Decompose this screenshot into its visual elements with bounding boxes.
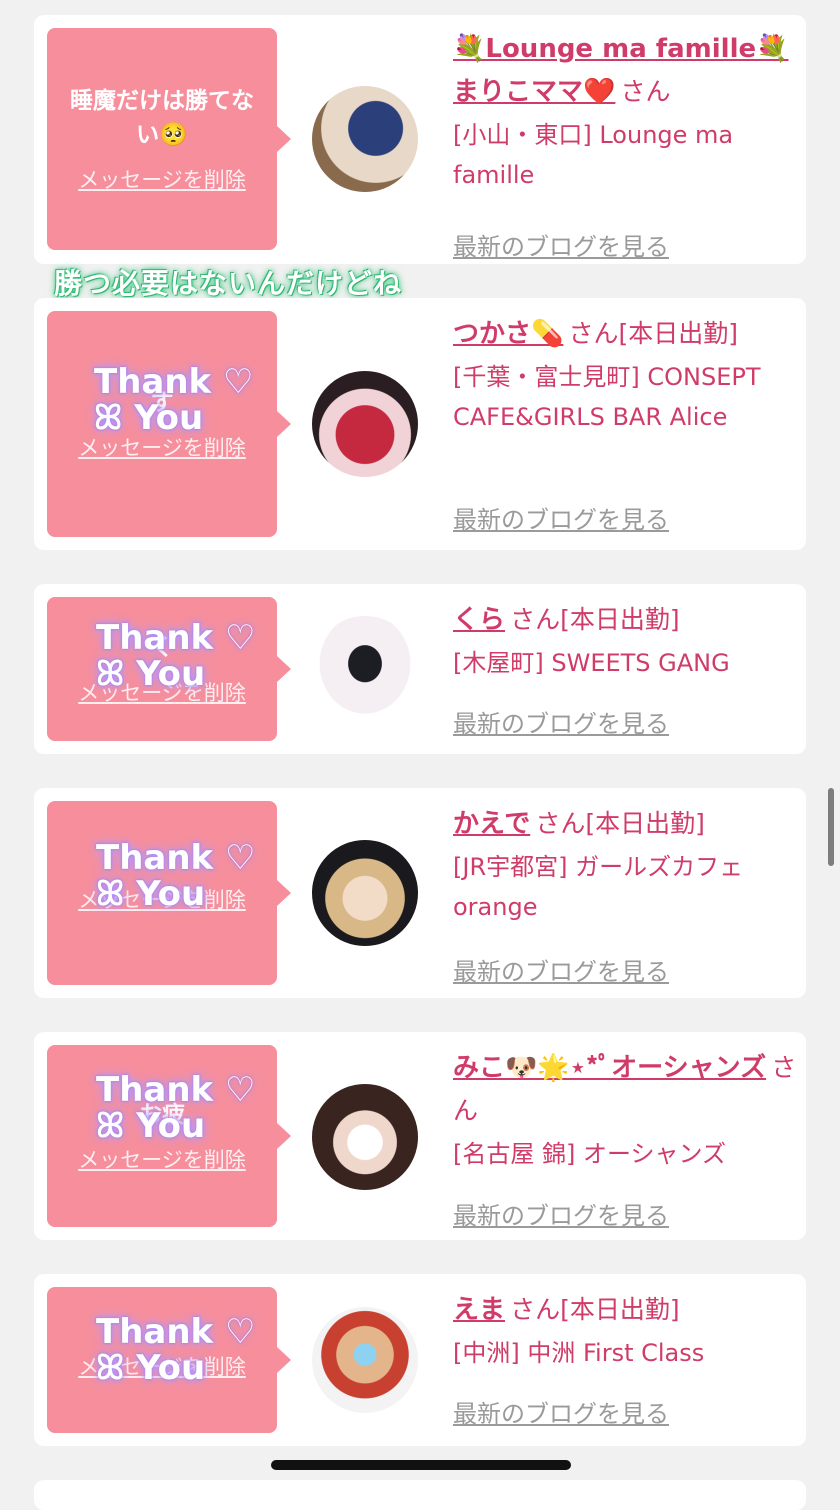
profile-info: かえで さん[本日出勤] [JR宇都宮] ガールズカフェorange 最新のブロ… [453, 804, 798, 986]
delete-message-link[interactable]: メッセージを削除 [78, 1144, 246, 1174]
message-bubble: 睡魔だけは勝てな い🥺 メッセージを削除 [47, 28, 291, 250]
shop-name: [中洲] 中洲 First Class [453, 1339, 705, 1367]
message-text: く [150, 635, 174, 661]
delete-message-link[interactable]: メッセージを削除 [78, 884, 246, 914]
name-line: かえで さん[本日出勤] [453, 804, 798, 847]
message-bubble: メッセージを削除 [47, 1287, 291, 1433]
latest-blog-link[interactable]: 最新のブログを見る [453, 952, 669, 987]
avatar[interactable] [312, 86, 418, 192]
avatar[interactable] [312, 840, 418, 946]
message-text: す [150, 390, 174, 416]
message-text: お疲 [139, 1102, 185, 1128]
favorite-card-partial [34, 1480, 806, 1510]
girl-name-link[interactable]: かえで [453, 809, 530, 839]
delete-message-link[interactable]: メッセージを削除 [78, 432, 246, 462]
profile-info: 💐Lounge ma famille💐 まりこママ❤️ さん [小山・東口] L… [453, 29, 798, 261]
favorite-card: メッセージを削除 Thank ♡ ꕤ You かえで さん[本日出勤] [JR宇都… [34, 788, 806, 998]
name-line: みこ🐶🌟⋆*ﾟオーシャンズ さん [453, 1048, 798, 1134]
name-line: えま さん[本日出勤] [453, 1290, 798, 1333]
avatar[interactable] [312, 1307, 418, 1413]
name-line: くら さん[本日出勤] [453, 600, 798, 643]
san-suffix: さん[本日出勤] [510, 1295, 680, 1324]
san-suffix: さん[本日出勤] [535, 809, 705, 838]
latest-blog-link[interactable]: 最新のブログを見る [453, 1394, 669, 1429]
latest-blog-link[interactable]: 最新のブログを見る [453, 500, 669, 535]
favorite-card: メッセージを削除 Thank ♡ ꕤ You えま さん[本日出勤] [中洲] 中… [34, 1274, 806, 1446]
name-line: 💐Lounge ma famille💐 まりこママ❤️ さん [453, 29, 798, 115]
home-indicator[interactable] [271, 1460, 571, 1470]
favorite-card: く メッセージを削除 Thank ♡ ꕤ You くら さん[本日出勤] [木屋町… [34, 584, 806, 754]
latest-blog-link[interactable]: 最新のブログを見る [453, 704, 669, 739]
favorite-card: 睡魔だけは勝てな い🥺 メッセージを削除 💐Lounge ma famille💐… [34, 15, 806, 264]
girl-name-link[interactable]: みこ🐶🌟⋆*ﾟオーシャンズ [453, 1053, 766, 1083]
shop-name: [千葉・富士見町] CONSEPT CAFE&GIRLS BAR Alice [453, 363, 761, 431]
san-suffix: さん[本日出勤] [568, 319, 738, 348]
girl-name-link[interactable]: くら [453, 605, 505, 635]
delete-message-link[interactable]: メッセージを削除 [78, 164, 246, 194]
delete-message-link[interactable]: メッセージを削除 [78, 1351, 246, 1381]
shop-name: [名古屋 錦] オーシャンズ [453, 1140, 727, 1168]
message-bubble: メッセージを削除 [47, 801, 291, 985]
delete-message-link[interactable]: メッセージを削除 [78, 677, 246, 707]
scrollbar[interactable] [828, 788, 834, 866]
shop-name: [JR宇都宮] ガールズカフェorange [453, 853, 744, 921]
overlay-sticker: 勝つ必要はないんだけどね [54, 267, 403, 300]
shop-name: [木屋町] SWEETS GANG [453, 649, 730, 677]
message-bubble: く メッセージを削除 [47, 597, 291, 741]
favorite-card: す メッセージを削除 Thank ♡ ꕤ You つかさ💊 さん[本日出勤] [千… [34, 298, 806, 550]
avatar[interactable] [312, 1084, 418, 1190]
latest-blog-link[interactable]: 最新のブログを見る [453, 227, 669, 262]
profile-info: つかさ💊 さん[本日出勤] [千葉・富士見町] CONSEPT CAFE&GIR… [453, 314, 798, 534]
latest-blog-link[interactable]: 最新のブログを見る [453, 1196, 669, 1231]
profile-info: えま さん[本日出勤] [中洲] 中洲 First Class 最新のブログを見… [453, 1290, 798, 1428]
message-bubble: す メッセージを削除 [47, 311, 291, 537]
profile-info: くら さん[本日出勤] [木屋町] SWEETS GANG 最新のブログを見る [453, 600, 798, 738]
shop-name: [小山・東口] Lounge ma famille [453, 121, 734, 189]
san-suffix: さん[本日出勤] [510, 605, 680, 634]
name-line: つかさ💊 さん[本日出勤] [453, 314, 798, 357]
profile-info: みこ🐶🌟⋆*ﾟオーシャンズ さん [名古屋 錦] オーシャンズ 最新のブログを見… [453, 1048, 798, 1230]
avatar[interactable] [312, 371, 418, 477]
san-suffix: さん [620, 77, 671, 106]
message-text: 睡魔だけは勝てな い🥺 [70, 88, 254, 148]
girl-name-link[interactable]: つかさ💊 [453, 319, 563, 349]
message-bubble: お疲 メッセージを削除 [47, 1045, 291, 1227]
avatar[interactable] [312, 616, 418, 722]
girl-name-link[interactable]: えま [453, 1295, 505, 1325]
favorite-card: お疲 メッセージを削除 Thank ♡ ꕤ You みこ🐶🌟⋆*ﾟオーシャンズ さ… [34, 1032, 806, 1240]
